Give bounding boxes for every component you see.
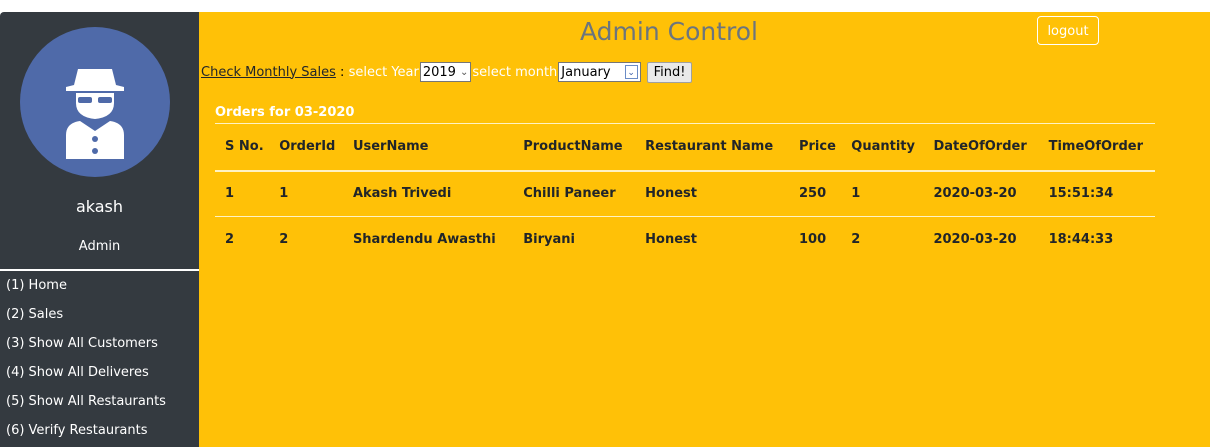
table-cell: 18:44:33 bbox=[1048, 232, 1114, 248]
month-value: January bbox=[561, 64, 611, 80]
table-row: 1 1 Akash Trivedi Chilli Paneer Honest 2… bbox=[215, 171, 1155, 217]
check-monthly-sales-link[interactable]: Check Monthly Sales bbox=[201, 65, 336, 80]
sidebar-item-deliveries[interactable]: (4) Show All Deliveres bbox=[0, 358, 199, 387]
column-header: Price bbox=[798, 139, 836, 155]
column-header: TimeOfOrder bbox=[1048, 139, 1143, 155]
column-header: Restaurant Name bbox=[645, 139, 774, 155]
sidebar-item-customers[interactable]: (3) Show All Customers bbox=[0, 329, 199, 358]
table-cell: Honest bbox=[645, 186, 697, 202]
table-cell: 1 bbox=[279, 186, 289, 202]
table-cell: 2020-03-20 bbox=[933, 232, 1017, 248]
main-panel: Admin Control logout Check Monthly Sales… bbox=[199, 12, 1210, 447]
filter-separator: : bbox=[335, 64, 349, 80]
table-cell: Chilli Paneer bbox=[523, 186, 616, 202]
profile-card: akash Admin bbox=[0, 12, 199, 269]
orders-caption: Orders for 03-2020 bbox=[215, 105, 355, 120]
user-name: akash bbox=[75, 197, 124, 216]
column-header: OrderId bbox=[279, 139, 336, 155]
sidebar-nav: (1) Home (2) Sales (3) Show All Customer… bbox=[0, 271, 199, 447]
sidebar-item-home[interactable]: (1) Home bbox=[0, 271, 199, 300]
table-cell: Akash Trivedi bbox=[352, 186, 452, 202]
table-cell: Shardendu Awasthi bbox=[352, 232, 496, 248]
chevron-down-icon: ⌄ bbox=[459, 66, 469, 78]
select-year-label: select Year bbox=[348, 64, 419, 80]
sales-filter: Check Monthly Sales : select Year 2019 ⌄… bbox=[201, 61, 693, 83]
sidebar-item-restaurants[interactable]: (5) Show All Restaurants bbox=[0, 387, 199, 416]
year-select[interactable]: 2019 ⌄ bbox=[419, 62, 472, 82]
table-cell: 2 bbox=[279, 232, 289, 248]
table-row: 2 2 Shardendu Awasthi Biryani Honest 100… bbox=[215, 217, 1155, 263]
table-cell: 1 bbox=[225, 186, 235, 202]
orders-table: S No. OrderId UserName ProductName Resta… bbox=[215, 123, 1155, 263]
table-cell: 250 bbox=[798, 186, 827, 202]
column-header: ProductName bbox=[523, 139, 623, 155]
sidebar-item-sales[interactable]: (2) Sales bbox=[0, 300, 199, 329]
column-header: Quantity bbox=[851, 139, 915, 155]
select-month-label: select month bbox=[472, 64, 558, 80]
page-title: Admin Control bbox=[580, 17, 758, 46]
table-cell: 15:51:34 bbox=[1048, 186, 1114, 202]
find-button[interactable]: Find! bbox=[646, 61, 693, 83]
table-cell: Honest bbox=[645, 232, 697, 248]
chevron-down-icon: ⌄ bbox=[624, 65, 638, 79]
logout-button[interactable]: logout bbox=[1037, 16, 1099, 45]
table-cell: 1 bbox=[851, 186, 861, 202]
table-cell: 2 bbox=[851, 232, 861, 248]
table-cell: 2020-03-20 bbox=[933, 186, 1017, 202]
table-cell: 2 bbox=[225, 232, 235, 248]
sidebar-item-verify-restaurants[interactable]: (6) Verify Restaurants bbox=[0, 416, 199, 445]
column-header: S No. bbox=[225, 139, 264, 155]
column-header: UserName bbox=[352, 139, 429, 155]
table-cell: Biryani bbox=[523, 232, 575, 248]
table-cell: 100 bbox=[798, 232, 827, 248]
column-header: DateOfOrder bbox=[933, 139, 1027, 155]
table-header-row: S No. OrderId UserName ProductName Resta… bbox=[215, 123, 1155, 171]
user-role: Admin bbox=[78, 239, 121, 254]
month-select[interactable]: January ⌄ bbox=[558, 62, 641, 82]
spy-user-icon bbox=[20, 27, 170, 177]
year-value: 2019 bbox=[422, 64, 456, 80]
